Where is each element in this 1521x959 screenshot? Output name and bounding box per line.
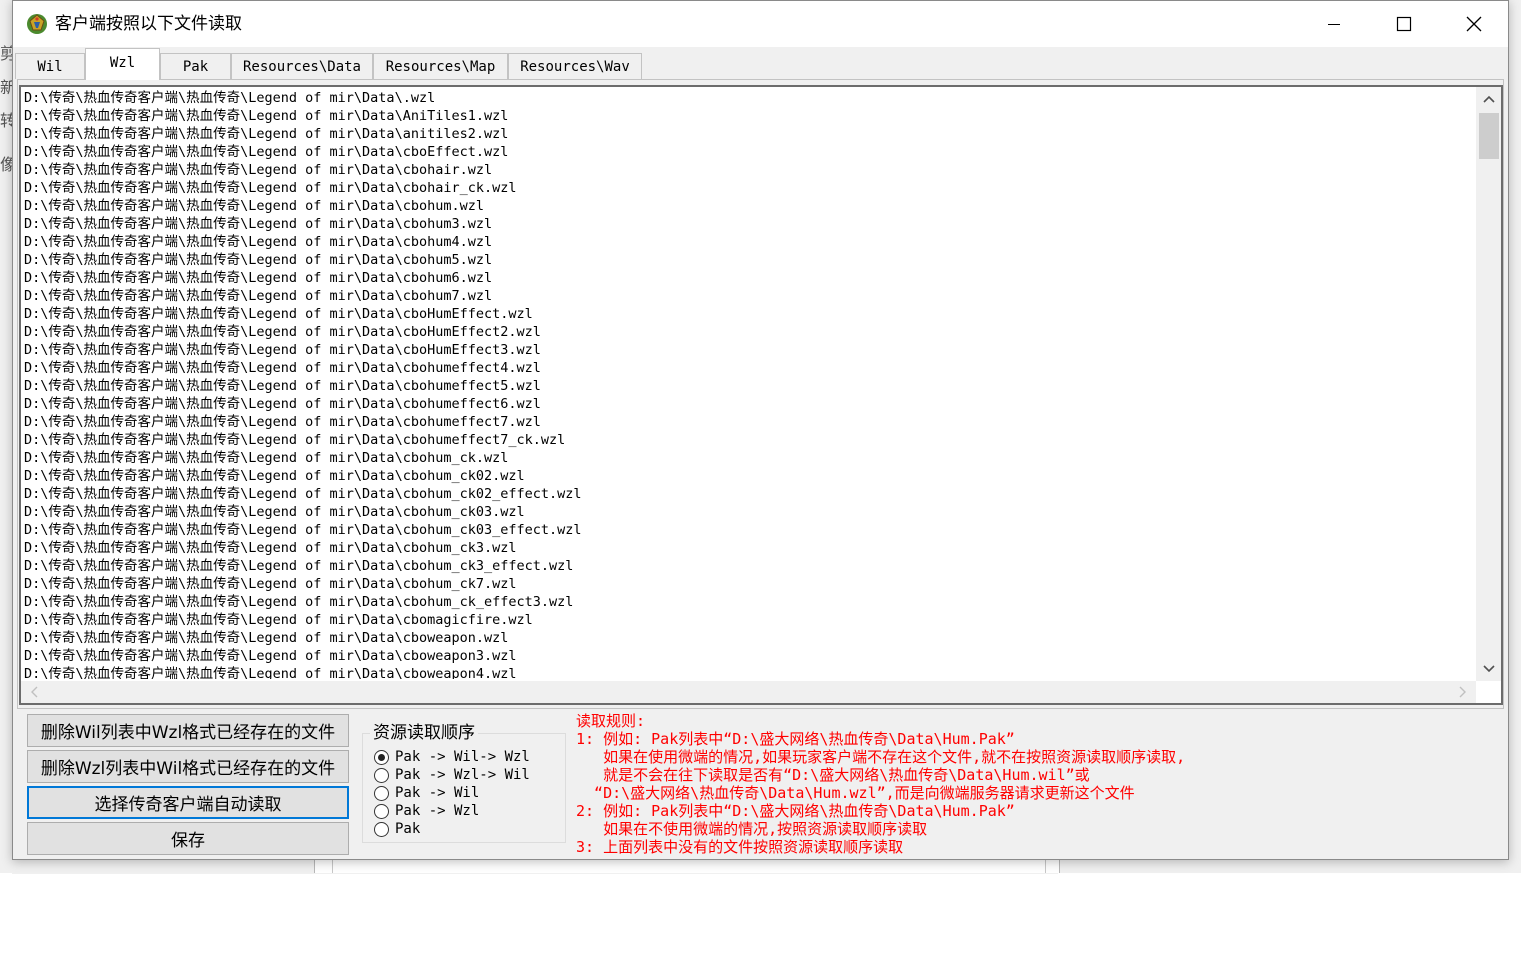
list-item[interactable]: D:\传奇\热血传奇客户端\热血传奇\Legend of mir\Data\cb…	[23, 269, 1476, 287]
radio-label: Pak -> Wil-> Wzl	[395, 749, 530, 765]
list-item[interactable]: D:\传奇\热血传奇客户端\热血传奇\Legend of mir\Data\cb…	[23, 539, 1476, 557]
scroll-right-button[interactable]	[1452, 681, 1472, 703]
radio-label: Pak -> Wil	[395, 785, 480, 801]
minimize-icon	[1328, 24, 1340, 25]
list-item[interactable]: D:\传奇\热血传奇客户端\热血传奇\Legend of mir\Data\cb…	[23, 143, 1476, 161]
list-item[interactable]: D:\传奇\热血传奇客户端\热血传奇\Legend of mir\Data\cb…	[23, 485, 1476, 503]
list-item[interactable]: D:\传奇\热血传奇客户端\热血传奇\Legend of mir\Data\cb…	[23, 377, 1476, 395]
rule-line: 2: 例如: Pak列表中“D:\盛大网络\热血传奇\Data\Hum.Pak”	[576, 802, 1015, 820]
list-item[interactable]: D:\传奇\热血传奇客户端\热血传奇\Legend of mir\Data\cb…	[23, 593, 1476, 611]
radio-button[interactable]	[374, 785, 389, 801]
tab-pak[interactable]: Pak	[160, 53, 231, 79]
list-item[interactable]: D:\传奇\热血传奇客户端\热血传奇\Legend of mir\Data\an…	[23, 125, 1476, 143]
background-bottom-inner	[332, 859, 1046, 873]
delete-wil-in-wzl-button[interactable]: 删除Wzl列表中Wil格式已经存在的文件	[27, 750, 349, 783]
chevron-down-icon	[1482, 665, 1495, 673]
list-item[interactable]: D:\传奇\热血传奇客户端\热血传奇\Legend of mir\Data\cb…	[23, 431, 1476, 449]
rules-heading: 读取规则:	[576, 712, 646, 730]
tab-wzl[interactable]: Wzl	[85, 48, 160, 80]
radio-option-pak[interactable]: Pak	[374, 820, 420, 838]
list-item[interactable]: D:\传奇\热血传奇客户端\热血传奇\Legend of mir\Data\cb…	[23, 341, 1476, 359]
list-item[interactable]: D:\传奇\热血传奇客户端\热血传奇\Legend of mir\Data\cb…	[23, 647, 1476, 665]
title-bar[interactable]: 客户端按照以下文件读取	[13, 1, 1508, 47]
rule-line: 就是不会在往下读取是否有“D:\盛大网络\热血传奇\Data\Hum.wil”或	[576, 766, 1090, 784]
tab-wil[interactable]: Wil	[15, 53, 85, 79]
radio-label: Pak -> Wzl	[395, 803, 480, 819]
list-item[interactable]: D:\传奇\热血传奇客户端\热血传奇\Legend of mir\Data\cb…	[23, 251, 1476, 269]
list-item[interactable]: D:\传奇\热血传奇客户端\热血传奇\Legend of mir\Data\cb…	[23, 557, 1476, 575]
chevron-right-icon	[1459, 686, 1466, 698]
list-item[interactable]: D:\传奇\热血传奇客户端\热血传奇\Legend of mir\Data\cb…	[23, 323, 1476, 341]
tab-resources-wav[interactable]: Resources\Wav	[508, 53, 642, 79]
vertical-scrollbar[interactable]	[1476, 87, 1501, 681]
list-item[interactable]: D:\传奇\热血传奇客户端\热血传奇\Legend of mir\Data\cb…	[23, 305, 1476, 323]
rule-line: 如果在不使用微端的情况,按照资源读取顺序读取	[576, 820, 928, 838]
file-list[interactable]: D:\传奇\热血传奇客户端\热血传奇\Legend of mir\Data\.w…	[23, 89, 1476, 679]
radio-label: Pak -> Wzl-> Wil	[395, 767, 530, 783]
tab-resources-data[interactable]: Resources\Data	[231, 53, 373, 79]
list-item[interactable]: D:\传奇\热血传奇客户端\热血传奇\Legend of mir\Data\cb…	[23, 179, 1476, 197]
close-button[interactable]	[1439, 1, 1509, 47]
list-item[interactable]: D:\传奇\热血传奇客户端\热血传奇\Legend of mir\Data\cb…	[23, 233, 1476, 251]
rule-line: “D:\盛大网络\热血传奇\Data\Hum.wzl”,而是向微端服务器请求更新…	[576, 784, 1135, 802]
chevron-up-icon	[1482, 95, 1495, 103]
radio-option-pak-wil[interactable]: Pak -> Wil	[374, 784, 479, 802]
radio-option-pak-wzl[interactable]: Pak -> Wzl	[374, 802, 479, 820]
list-item[interactable]: D:\传奇\热血传奇客户端\热血传奇\Legend of mir\Data\cb…	[23, 197, 1476, 215]
list-item[interactable]: D:\传奇\热血传奇客户端\热血传奇\Legend of mir\Data\An…	[23, 107, 1476, 125]
list-item[interactable]: D:\传奇\热血传奇客户端\热血传奇\Legend of mir\Data\cb…	[23, 359, 1476, 377]
rule-line: 1: 例如: Pak列表中“D:\盛大网络\热血传奇\Data\Hum.Pak”	[576, 730, 1015, 748]
list-item[interactable]: D:\传奇\热血传奇客户端\热血传奇\Legend of mir\Data\cb…	[23, 611, 1476, 629]
list-item[interactable]: D:\传奇\热血传奇客户端\热血传奇\Legend of mir\Data\cb…	[23, 665, 1476, 679]
list-item[interactable]: D:\传奇\热血传奇客户端\热血传奇\Legend of mir\Data\cb…	[23, 575, 1476, 593]
list-item[interactable]: D:\传奇\热血传奇客户端\热血传奇\Legend of mir\Data\cb…	[23, 467, 1476, 485]
list-item[interactable]: D:\传奇\热血传奇客户端\热血传奇\Legend of mir\Data\cb…	[23, 503, 1476, 521]
rule-line: 3: 上面列表中没有的文件按照资源读取顺序读取	[576, 838, 904, 856]
minimize-button[interactable]	[1299, 1, 1369, 47]
list-item[interactable]: D:\传奇\热血传奇客户端\热血传奇\Legend of mir\Data\cb…	[23, 413, 1476, 431]
scroll-down-button[interactable]	[1476, 657, 1501, 681]
horizontal-scrollbar[interactable]	[21, 681, 1476, 703]
radio-option-pak-wil-wzl[interactable]: Pak -> Wil-> Wzl	[374, 748, 530, 766]
rule-line: 如果在使用微端的情况,如果玩家客户端不存在这个文件,就不在按照资源读取顺序读取,	[576, 748, 1186, 766]
chevron-left-icon	[31, 686, 38, 698]
maximize-icon	[1396, 16, 1412, 32]
scroll-left-button[interactable]	[25, 681, 45, 703]
list-item[interactable]: D:\传奇\热血传奇客户端\热血传奇\Legend of mir\Data\cb…	[23, 215, 1476, 233]
list-item[interactable]: D:\传奇\热血传奇客户端\热血传奇\Legend of mir\Data\.w…	[23, 89, 1476, 107]
list-item[interactable]: D:\传奇\热血传奇客户端\热血传奇\Legend of mir\Data\cb…	[23, 521, 1476, 539]
tab-strip: Wil Wzl Pak Resources\Data Resources\Map…	[15, 48, 1505, 80]
list-item[interactable]: D:\传奇\热血传奇客户端\热血传奇\Legend of mir\Data\cb…	[23, 161, 1476, 179]
list-item[interactable]: D:\传奇\热血传奇客户端\热血传奇\Legend of mir\Data\cb…	[23, 629, 1476, 647]
radio-option-pak-wzl-wil[interactable]: Pak -> Wzl-> Wil	[374, 766, 530, 784]
vertical-scroll-thumb[interactable]	[1479, 113, 1499, 159]
close-icon	[1466, 16, 1482, 32]
radio-button[interactable]	[374, 803, 389, 819]
radio-label: Pak	[395, 821, 421, 837]
maximize-button[interactable]	[1369, 1, 1439, 47]
save-button[interactable]: 保存	[27, 822, 349, 855]
list-item[interactable]: D:\传奇\热血传奇客户端\热血传奇\Legend of mir\Data\cb…	[23, 449, 1476, 467]
list-item[interactable]: D:\传奇\热血传奇客户端\热血传奇\Legend of mir\Data\cb…	[23, 395, 1476, 413]
app-icon	[27, 14, 47, 34]
scroll-up-button[interactable]	[1476, 87, 1501, 111]
file-list-box[interactable]: D:\传奇\热血传奇客户端\热血传奇\Legend of mir\Data\.w…	[19, 85, 1503, 705]
read-order-caption: 资源读取顺序	[370, 721, 478, 745]
radio-button[interactable]	[374, 749, 389, 765]
tab-resources-map[interactable]: Resources\Map	[373, 53, 508, 79]
list-item[interactable]: D:\传奇\热血传奇客户端\热血传奇\Legend of mir\Data\cb…	[23, 287, 1476, 305]
auto-read-client-button[interactable]: 选择传奇客户端自动读取	[27, 786, 349, 819]
radio-button[interactable]	[374, 821, 389, 837]
dialog-window: 客户端按照以下文件读取 Wil Wzl Pak Resources\Data R…	[12, 0, 1509, 860]
radio-button[interactable]	[374, 767, 389, 783]
delete-wzl-in-wil-button[interactable]: 删除Wil列表中Wzl格式已经存在的文件	[27, 714, 349, 747]
window-title: 客户端按照以下文件读取	[55, 14, 242, 34]
